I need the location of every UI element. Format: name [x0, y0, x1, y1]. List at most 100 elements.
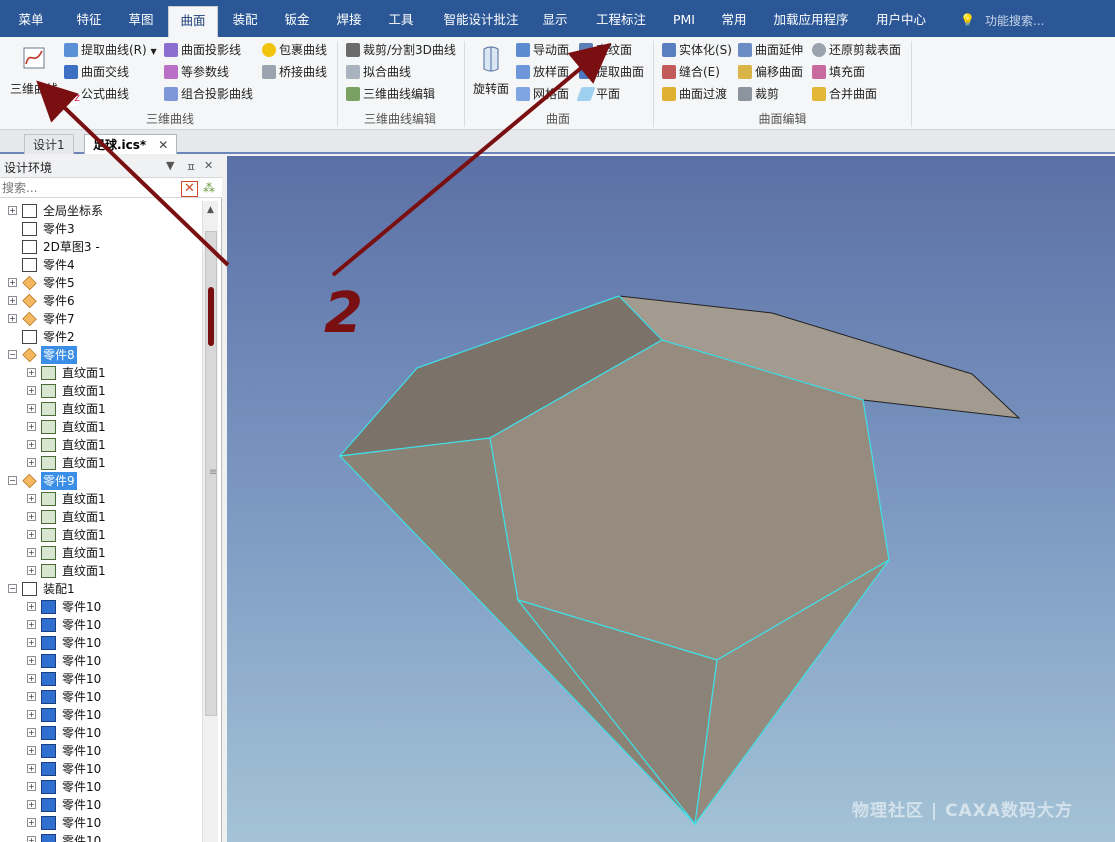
- expand-icon[interactable]: +: [27, 764, 36, 773]
- revolve-surface-button[interactable]: 旋转面: [469, 45, 513, 97]
- tree-row[interactable]: + 直纹面1: [0, 418, 200, 436]
- doc-tab-design1[interactable]: 设计1: [24, 134, 74, 154]
- trim-split-3d-curve-button[interactable]: 裁剪/分割3D曲线: [346, 41, 456, 59]
- fit-curve-button[interactable]: 拟合曲线: [346, 63, 411, 81]
- collapse-icon[interactable]: −: [8, 584, 17, 593]
- tree-row[interactable]: − 装配1: [0, 580, 200, 598]
- expand-icon[interactable]: +: [27, 530, 36, 539]
- tree-row[interactable]: 零件4: [0, 256, 200, 274]
- menu-tab-assembly[interactable]: 装配: [220, 0, 270, 37]
- mesh-surface-button[interactable]: 网格面: [516, 85, 569, 103]
- surface-projection-button[interactable]: 曲面投影线: [164, 41, 241, 59]
- 3d-viewport[interactable]: 物理社区 | CAXA数码大方: [227, 156, 1115, 842]
- expand-icon[interactable]: +: [27, 674, 36, 683]
- tree-row[interactable]: + 零件10: [0, 670, 200, 688]
- tree-row[interactable]: + 直纹面1: [0, 526, 200, 544]
- close-icon[interactable]: ✕: [158, 138, 168, 152]
- 3d-curve-button[interactable]: 三维曲线: [8, 45, 60, 97]
- tree-row[interactable]: + 直纹面1: [0, 544, 200, 562]
- collapse-icon[interactable]: −: [8, 476, 17, 485]
- feature-search-input[interactable]: 功能搜索...: [985, 12, 1044, 29]
- expand-icon[interactable]: +: [27, 404, 36, 413]
- bridge-curve-button[interactable]: 桥接曲线: [262, 63, 327, 81]
- expand-icon[interactable]: +: [8, 206, 17, 215]
- tree-row[interactable]: + 零件10: [0, 616, 200, 634]
- tree-search-input[interactable]: [2, 180, 177, 196]
- menu-tab-user-center[interactable]: 用户中心: [868, 0, 934, 37]
- tree-row[interactable]: + 零件6: [0, 292, 200, 310]
- expand-icon[interactable]: +: [27, 458, 36, 467]
- menu-tab-sketch[interactable]: 草图: [116, 0, 166, 37]
- tree-row[interactable]: + 零件10: [0, 688, 200, 706]
- expand-icon[interactable]: +: [27, 656, 36, 665]
- menu-tab-engineering-annotation[interactable]: 工程标注: [588, 0, 654, 37]
- menu-tab-smart-annotation[interactable]: 智能设计批注: [436, 0, 526, 37]
- menu-tab-display[interactable]: 显示: [532, 0, 578, 37]
- formula-curve-button[interactable]: XYZ公式曲线: [64, 85, 129, 106]
- tree-row[interactable]: + 零件10: [0, 724, 200, 742]
- expand-icon[interactable]: +: [27, 386, 36, 395]
- panel-dropdown-icon[interactable]: ▼: [166, 159, 174, 172]
- tree-row[interactable]: + 零件10: [0, 598, 200, 616]
- expand-icon[interactable]: +: [27, 422, 36, 431]
- expand-icon[interactable]: +: [27, 782, 36, 791]
- tree-row[interactable]: + 零件10: [0, 796, 200, 814]
- menu-tab-feature[interactable]: 特征: [62, 0, 116, 37]
- stitch-button[interactable]: 缝合(E): [662, 63, 720, 81]
- expand-icon[interactable]: +: [27, 746, 36, 755]
- tree-row[interactable]: 零件3: [0, 220, 200, 238]
- tree-row[interactable]: + 直纹面1: [0, 508, 200, 526]
- expand-icon[interactable]: +: [27, 620, 36, 629]
- tree-row[interactable]: + 零件10: [0, 742, 200, 760]
- solidify-button[interactable]: 实体化(S): [662, 41, 732, 59]
- menu-tab-surface[interactable]: 曲面: [168, 6, 218, 37]
- menu-tab-pmi[interactable]: PMI: [664, 0, 704, 37]
- fill-surface-button[interactable]: 填充面: [812, 63, 865, 81]
- expand-icon[interactable]: +: [8, 278, 17, 287]
- collapse-icon[interactable]: −: [8, 350, 17, 359]
- expand-icon[interactable]: +: [8, 314, 17, 323]
- scroll-up-arrow-icon[interactable]: ▲: [207, 205, 214, 215]
- close-icon[interactable]: ✕: [204, 159, 213, 172]
- tree-row[interactable]: + 直纹面1: [0, 382, 200, 400]
- offset-surface-button[interactable]: 偏移曲面: [738, 63, 803, 81]
- combined-projection-button[interactable]: 组合投影曲线: [164, 85, 253, 103]
- tree-row[interactable]: 零件2: [0, 328, 200, 346]
- wrap-curve-button[interactable]: 包裹曲线: [262, 41, 327, 59]
- expand-icon[interactable]: +: [27, 800, 36, 809]
- expand-icon[interactable]: +: [27, 512, 36, 521]
- expand-icon[interactable]: +: [27, 368, 36, 377]
- sweep-surface-button[interactable]: 导动面: [516, 41, 569, 59]
- tree-row[interactable]: + 直纹面1: [0, 400, 200, 418]
- expand-icon[interactable]: +: [27, 836, 36, 842]
- tree-row[interactable]: + 零件10: [0, 814, 200, 832]
- expand-icon[interactable]: +: [27, 548, 36, 557]
- menu-tab-main[interactable]: 菜单: [6, 0, 56, 37]
- loft-surface-button[interactable]: 放样面: [516, 63, 569, 81]
- expand-icon[interactable]: +: [27, 566, 36, 575]
- tree-row[interactable]: + 零件7: [0, 310, 200, 328]
- tree-row[interactable]: + 零件10: [0, 760, 200, 778]
- tree-row[interactable]: + 零件10: [0, 706, 200, 724]
- filter-icon[interactable]: ⁂: [203, 181, 215, 195]
- expand-icon[interactable]: +: [27, 818, 36, 827]
- tree-row[interactable]: + 全局坐标系: [0, 202, 200, 220]
- tree-row[interactable]: + 零件10: [0, 652, 200, 670]
- tree-row[interactable]: + 直纹面1: [0, 364, 200, 382]
- surface-extend-button[interactable]: 曲面延伸: [738, 41, 803, 59]
- isoparametric-button[interactable]: 等参数线: [164, 63, 229, 81]
- tree-row[interactable]: + 直纹面1: [0, 490, 200, 508]
- 3d-curve-edit-button[interactable]: 三维曲线编辑: [346, 85, 435, 103]
- extract-curve-button[interactable]: 提取曲线(R) ▼: [64, 41, 157, 59]
- expand-icon[interactable]: +: [27, 728, 36, 737]
- restore-trimmed-surface-button[interactable]: 还原剪裁表面: [812, 41, 901, 59]
- pin-icon[interactable]: ㅍ: [186, 159, 196, 175]
- merge-surface-button[interactable]: 合并曲面: [812, 85, 877, 103]
- polyhedron-model[interactable]: [227, 156, 1115, 842]
- tree-row[interactable]: + 零件10: [0, 832, 200, 842]
- menu-tab-load-apps[interactable]: 加载应用程序: [768, 0, 854, 37]
- expand-icon[interactable]: +: [27, 638, 36, 647]
- tree-row[interactable]: 2D草图3 -: [0, 238, 200, 256]
- tree-row[interactable]: + 直纹面1: [0, 436, 200, 454]
- expand-icon[interactable]: +: [27, 710, 36, 719]
